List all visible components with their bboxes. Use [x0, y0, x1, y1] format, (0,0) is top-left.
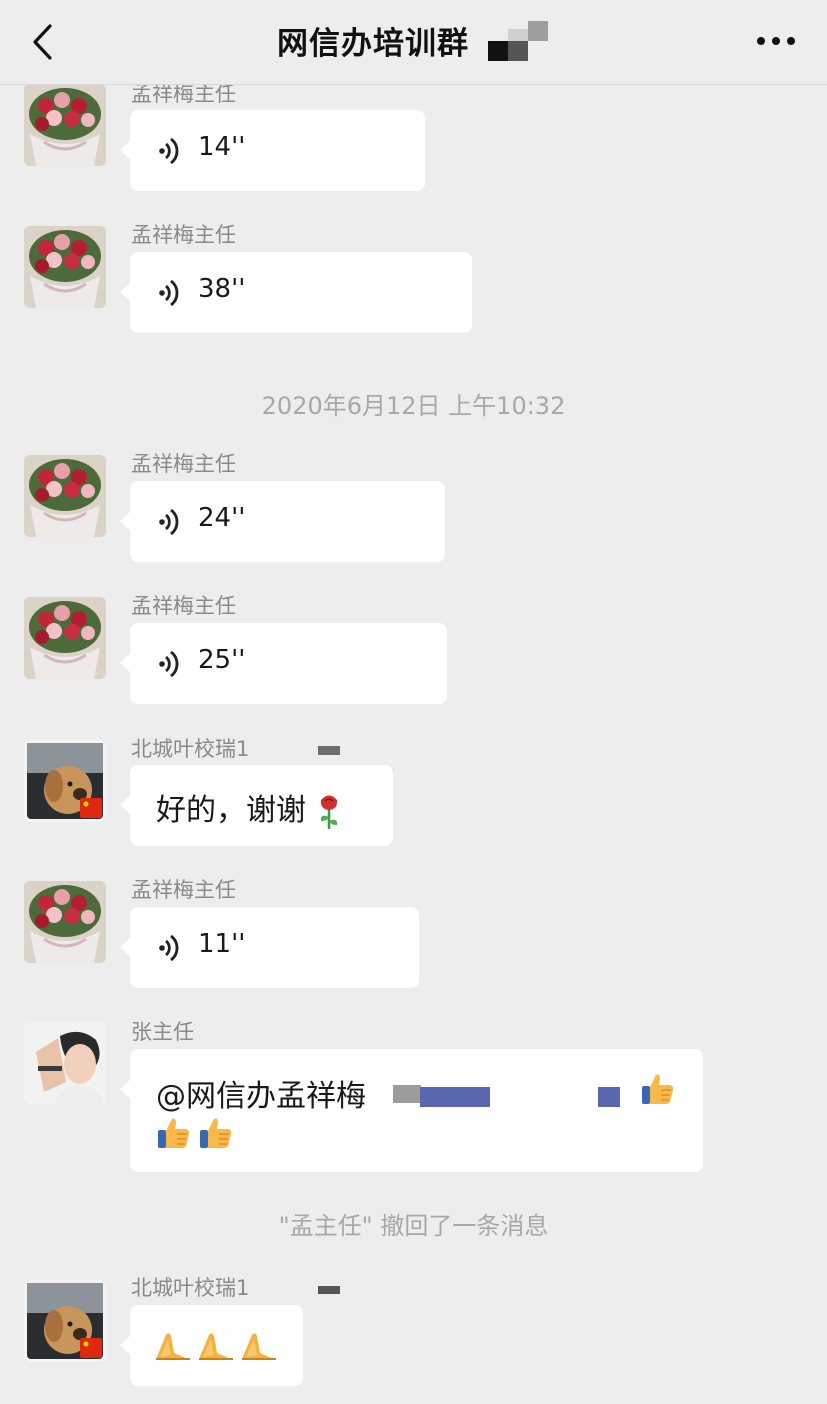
chat-header: 网信办培训群 [0, 0, 827, 85]
avatar-dog[interactable] [24, 740, 106, 822]
redaction-mark [420, 1087, 490, 1107]
voice-wave-icon [159, 650, 179, 678]
folded-hands-icon [199, 1333, 233, 1360]
flower-bouquet-avatar-image [24, 881, 106, 963]
title-container: 网信办培训群 [0, 18, 827, 63]
redaction-mark [393, 1085, 421, 1103]
voice-wave-icon [159, 508, 179, 536]
redaction-mark [598, 1087, 620, 1107]
timestamp-divider: 2020年6月12日 上午10:32 [261, 392, 566, 420]
voice-message-bubble[interactable]: 11'' [120, 907, 419, 988]
avatar-dog[interactable] [24, 1280, 106, 1362]
message-text: 好的，谢谢 [156, 785, 342, 831]
avatar-person[interactable] [24, 1022, 106, 1104]
sender-name: 孟祥梅主任 [131, 878, 236, 902]
sender-name: 北城叶校瑞1 [131, 737, 250, 761]
voice-wave-icon [159, 934, 179, 962]
flower-bouquet-avatar-image [24, 455, 106, 537]
voice-wave-icon [159, 279, 179, 307]
avatar-flowers[interactable] [24, 597, 106, 679]
folded-hands-icon [242, 1333, 276, 1360]
sender-name: 孟祥梅主任 [131, 223, 236, 247]
avatar-flowers[interactable] [24, 84, 106, 166]
voice-message-bubble[interactable]: 14'' [120, 110, 425, 191]
text-message-bubble[interactable]: @网信办孟祥梅 [120, 1049, 703, 1172]
sender-name: 孟祥梅主任 [131, 594, 236, 618]
flower-bouquet-avatar-image [24, 226, 106, 308]
flower-bouquet-avatar-image [24, 597, 106, 679]
redaction-mark [318, 746, 340, 755]
voice-message-bubble[interactable]: 38'' [120, 252, 472, 333]
emoji-message-bubble[interactable] [120, 1305, 303, 1386]
thumbs-up-icon [158, 1118, 190, 1148]
sender-name: 北城叶校瑞1 [131, 1276, 250, 1300]
dog-avatar-image [24, 1280, 106, 1362]
voice-duration: 38'' [198, 274, 246, 304]
voice-wave-icon [159, 137, 179, 165]
avatar-flowers[interactable] [24, 226, 106, 308]
text-message-bubble[interactable]: 好的，谢谢 [120, 765, 393, 846]
title-redaction-mosaic [488, 20, 550, 61]
dog-avatar-image [24, 740, 106, 822]
voice-duration: 25'' [198, 645, 246, 675]
recall-notice: "孟主任" 撤回了一条消息 [278, 1212, 549, 1240]
chat-area[interactable]: 孟祥梅主任 14'' 孟祥梅主任 38'' 2020年6月12日 上午10:32… [0, 0, 827, 1404]
more-options-button[interactable] [753, 28, 799, 54]
voice-duration: 11'' [198, 929, 246, 959]
voice-duration: 24'' [198, 503, 246, 533]
voice-duration: 14'' [198, 132, 246, 162]
chat-title: 网信办培训群 [276, 26, 469, 62]
avatar-flowers[interactable] [24, 881, 106, 963]
sender-name: 张主任 [131, 1020, 194, 1044]
message-text: @网信办孟祥梅 [156, 1079, 366, 1114]
rose-icon [320, 795, 337, 829]
flower-bouquet-avatar-image [24, 84, 106, 166]
message-text-content: 好的，谢谢 [156, 793, 306, 828]
person-avatar-image [24, 1022, 106, 1104]
thumbs-up-icon [642, 1074, 674, 1104]
voice-message-bubble[interactable]: 24'' [120, 481, 445, 562]
thumbs-up-icon [200, 1118, 232, 1148]
folded-hands-icon [156, 1333, 190, 1360]
redaction-mark [318, 1286, 340, 1294]
avatar-flowers[interactable] [24, 455, 106, 537]
voice-message-bubble[interactable]: 25'' [120, 623, 447, 704]
sender-name: 孟祥梅主任 [131, 452, 236, 476]
ellipsis-icon [757, 37, 795, 45]
